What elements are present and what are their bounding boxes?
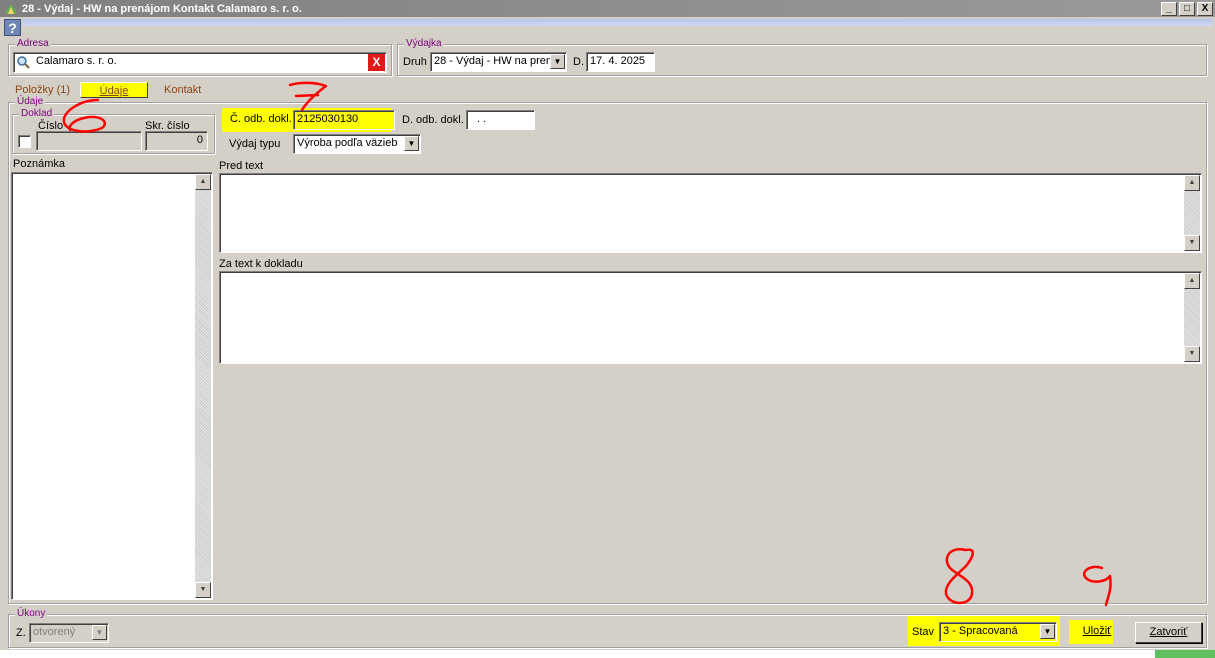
menu-strip: ? — [0, 17, 1215, 37]
date-label: D. — [573, 56, 584, 68]
vydaj-typu-select[interactable]: Výroba podľa väzieb — [293, 134, 421, 154]
skr-cislo-input[interactable]: 0 — [145, 131, 208, 151]
udaje-legend: Údaje — [15, 96, 46, 108]
background-status-bar — [1155, 650, 1215, 658]
scroll-up-icon[interactable]: ▲ — [195, 174, 211, 190]
clear-address-button[interactable]: X — [368, 54, 385, 71]
maximize-button[interactable]: □ — [1179, 1, 1195, 16]
stav-label: Stav — [912, 626, 935, 638]
za-text-textarea[interactable]: ▲ ▼ — [219, 271, 1202, 364]
adresa-legend: Adresa — [15, 38, 51, 50]
c-odb-dokl-label: Č. odb. dokl. — [230, 113, 292, 125]
poznamka-label: Poznámka — [13, 158, 65, 170]
scroll-down-icon[interactable]: ▼ — [1184, 346, 1200, 362]
address-input[interactable]: Calamaro s. r. o. — [13, 52, 387, 73]
d-odb-dokl-input[interactable]: . . — [466, 110, 535, 130]
pred-text-textarea[interactable]: ▲ ▼ — [219, 173, 1202, 253]
close-button[interactable]: Zatvoriť — [1135, 622, 1202, 643]
scroll-down-icon[interactable]: ▼ — [195, 582, 211, 598]
pred-text-scrollbar[interactable]: ▲ ▼ — [1184, 175, 1200, 251]
scroll-up-icon[interactable]: ▲ — [1184, 175, 1200, 191]
druh-dropdown-icon[interactable]: ▼ — [550, 54, 565, 69]
poznamka-textarea[interactable]: ▲ ▼ — [11, 172, 213, 600]
search-icon[interactable] — [16, 55, 30, 69]
za-text-label: Za text k dokladu — [219, 258, 303, 270]
vydaj-typu-dropdown-icon[interactable]: ▼ — [404, 136, 419, 151]
cislo-input[interactable] — [36, 131, 142, 151]
c-odb-dokl-input[interactable]: 2125030130 — [293, 110, 395, 130]
app-icon — [5, 3, 17, 14]
druh-select[interactable]: 28 - Výdaj - HW na prená — [430, 52, 567, 72]
druh-label: Druh — [403, 56, 427, 68]
close-window-button[interactable]: X — [1197, 1, 1213, 16]
d-odb-dokl-label: D. odb. dokl. — [402, 114, 464, 126]
save-button[interactable]: Uložiť — [1074, 622, 1120, 643]
vydajka-legend: Výdajka — [404, 38, 444, 50]
stav-dropdown-icon[interactable]: ▼ — [1040, 624, 1055, 639]
date-input[interactable]: 17. 4. 2025 — [586, 52, 655, 72]
minimize-button[interactable]: _ — [1161, 1, 1177, 16]
z-dropdown-icon[interactable]: ▼ — [92, 625, 107, 640]
doklad-legend: Doklad — [19, 108, 55, 120]
help-button[interactable]: ? — [4, 19, 21, 36]
menu-bar-area — [22, 19, 1213, 26]
scroll-down-icon[interactable]: ▼ — [1184, 235, 1200, 251]
vydaj-typu-label: Výdaj typu — [229, 138, 281, 150]
scroll-up-icon[interactable]: ▲ — [1184, 273, 1200, 289]
tab-kontakt[interactable]: Kontakt — [164, 82, 201, 98]
poznamka-scrollbar[interactable]: ▲ ▼ — [195, 174, 211, 598]
tab-udaje[interactable]: Údaje — [80, 82, 148, 98]
doklad-checkbox[interactable] — [18, 135, 31, 148]
pred-text-label: Pred text — [219, 160, 264, 172]
background-window-strip — [0, 650, 1215, 658]
window-title-bar[interactable]: 28 - Výdaj - HW na prenájom Kontakt Cala… — [0, 0, 1215, 17]
za-text-scrollbar[interactable]: ▲ ▼ — [1184, 273, 1200, 362]
window-title: 28 - Výdaj - HW na prenájom Kontakt Cala… — [22, 2, 302, 15]
ukony-legend: Úkony — [15, 608, 48, 620]
z-label: Z. — [16, 627, 26, 639]
